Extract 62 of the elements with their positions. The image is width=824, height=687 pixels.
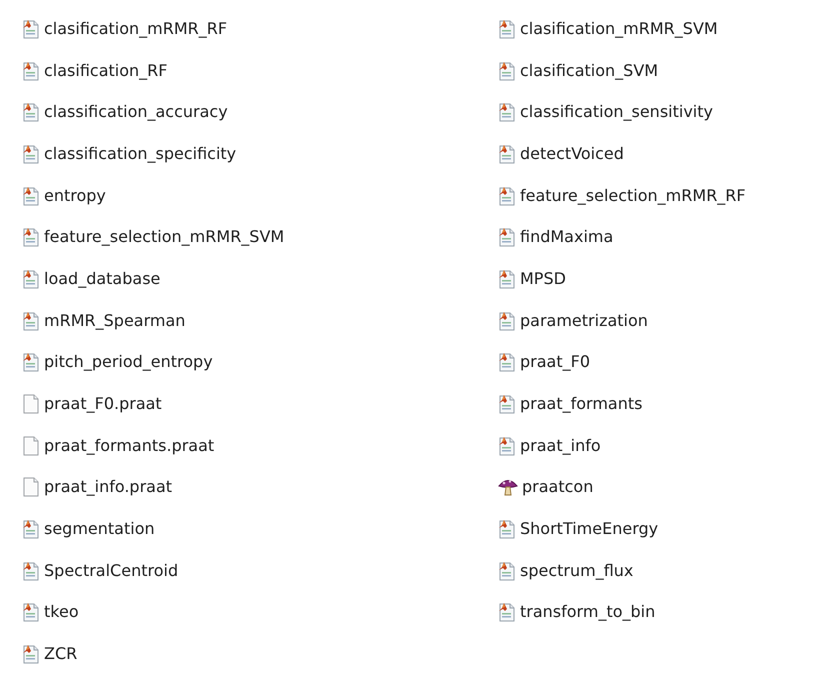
matlab-file-icon	[498, 519, 516, 540]
blank-file-icon	[22, 477, 40, 498]
matlab-file-icon	[22, 144, 40, 164]
file-name[interactable]: praatcon	[522, 475, 594, 500]
matlab-file-icon	[22, 60, 40, 81]
blank-file-icon	[22, 394, 40, 414]
file-name[interactable]: classification_sensitivity	[520, 100, 713, 124]
matlab-file-icon	[22, 644, 40, 664]
matlab-file-icon	[22, 602, 40, 622]
file-name[interactable]: entropy	[44, 184, 106, 208]
file-name[interactable]: findMaxima	[520, 225, 614, 250]
file-name[interactable]: MPSD	[520, 266, 566, 291]
matlab-file-icon	[22, 227, 40, 248]
file-name[interactable]: praat_formants	[520, 392, 642, 416]
blank-file-icon	[22, 436, 40, 456]
matlab-file-icon	[22, 310, 40, 331]
matlab-file-icon	[22, 268, 40, 289]
file-name[interactable]: mRMR_Spearman	[44, 308, 186, 333]
matlab-file-icon	[22, 18, 40, 39]
file-name[interactable]: clasification_mRMR_RF	[44, 16, 228, 41]
file-name[interactable]: classification_specificity	[44, 142, 236, 166]
matlab-file-icon	[498, 227, 516, 248]
matlab-file-icon	[22, 560, 40, 581]
matlab-file-icon	[498, 186, 516, 206]
file-name[interactable]: transform_to_bin	[520, 600, 656, 624]
matlab-file-icon	[498, 436, 516, 456]
matlab-file-icon	[498, 102, 516, 122]
mushroom-icon	[498, 477, 518, 498]
matlab-file-icon	[22, 102, 40, 122]
file-name[interactable]: spectrum_flux	[520, 558, 634, 583]
file-name[interactable]: detectVoiced	[520, 142, 624, 166]
matlab-file-icon	[498, 310, 516, 331]
file-name[interactable]: praat_F0	[520, 350, 590, 374]
file-name[interactable]: praat_formants.praat	[44, 434, 214, 458]
file-name[interactable]: feature_selection_mRMR_SVM	[44, 225, 284, 250]
file-name[interactable]: parametrization	[520, 308, 648, 333]
file-name[interactable]: feature_selection_mRMR_RF	[520, 184, 746, 208]
file-name[interactable]: load_database	[44, 266, 160, 291]
file-name[interactable]: SpectralCentroid	[44, 558, 178, 583]
file-name[interactable]: praat_info.praat	[44, 475, 172, 500]
file-name[interactable]: classification_accuracy	[44, 100, 228, 124]
matlab-file-icon	[498, 268, 516, 289]
matlab-file-icon	[22, 519, 40, 540]
matlab-file-icon	[498, 602, 516, 622]
file-name[interactable]: pitch_period_entropy	[44, 350, 213, 374]
file-name[interactable]: praat_F0.praat	[44, 392, 162, 416]
matlab-file-icon	[22, 352, 40, 372]
matlab-file-icon	[498, 144, 516, 164]
file-name[interactable]: segmentation	[44, 517, 155, 542]
matlab-file-icon	[22, 186, 40, 206]
matlab-file-icon	[498, 60, 516, 81]
file-name[interactable]: clasification_SVM	[520, 58, 658, 83]
file-name[interactable]: ShortTimeEnergy	[520, 517, 658, 542]
file-name[interactable]: clasification_RF	[44, 58, 168, 83]
matlab-file-icon	[498, 394, 516, 414]
matlab-file-icon	[498, 352, 516, 372]
file-name[interactable]: praat_info	[520, 434, 601, 458]
file-name[interactable]: tkeo	[44, 600, 79, 624]
matlab-file-icon	[498, 18, 516, 39]
file-name[interactable]: clasification_mRMR_SVM	[520, 16, 718, 41]
matlab-file-icon	[498, 560, 516, 581]
file-name[interactable]: ZCR	[44, 642, 78, 666]
